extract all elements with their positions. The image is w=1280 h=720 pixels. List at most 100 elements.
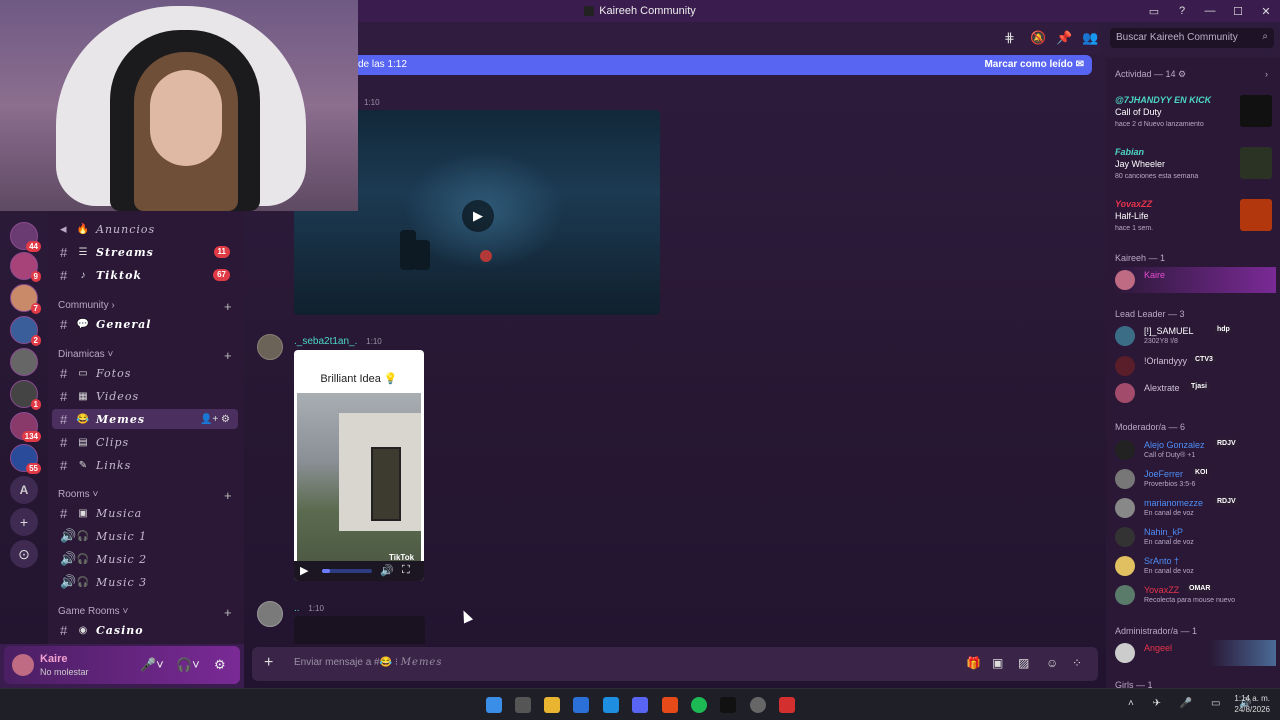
play-icon[interactable]: ▶ [462, 200, 494, 232]
member-item[interactable]: !Orlandyyy CTV3 [1110, 353, 1276, 379]
category-rooms[interactable]: Rooms ˅ + [58, 488, 232, 503]
start-icon[interactable] [486, 697, 502, 713]
play-icon[interactable]: ▶ [300, 564, 308, 577]
mark-as-read-button[interactable]: Marcar como leído ✉ [984, 59, 1084, 70]
category-game-rooms[interactable]: Game Rooms ˅ + [58, 605, 232, 620]
sticker-icon[interactable]: ▨ [1018, 656, 1029, 670]
fullscreen-icon[interactable]: ⛶ [402, 564, 410, 577]
member-item[interactable]: marianomezze RDJV En canal de voz [1110, 495, 1276, 521]
message-author[interactable]: ._seba2t1an_. [294, 336, 357, 347]
add-attachment-icon[interactable]: + [264, 654, 273, 672]
progress-bar[interactable] [322, 569, 372, 573]
server-icon[interactable]: 2 [10, 316, 41, 346]
chat-header: ⋕ 🔕 📌 👥 [248, 22, 1100, 54]
add-channel-icon[interactable]: + [224, 299, 232, 314]
server-icon[interactable] [10, 348, 38, 376]
app-icon[interactable] [720, 697, 736, 713]
minimize-button[interactable]: — [1196, 5, 1224, 17]
pin-icon[interactable]: 📌 [1056, 30, 1072, 46]
video-attachment[interactable] [294, 616, 425, 644]
server-icon[interactable]: 55 [10, 444, 41, 474]
avatar[interactable] [12, 654, 34, 676]
add-channel-icon[interactable]: + [224, 605, 232, 620]
voice-channel-music2[interactable]: 🔊 🎧 Music 2 [52, 549, 238, 569]
channel-casino[interactable]: # ◉ Casino [52, 620, 238, 640]
avatar[interactable] [257, 334, 283, 360]
member-item[interactable]: SrAnto † En canal de voz [1110, 553, 1276, 579]
member-item[interactable]: [!]_SAMUEL hdp 2302Y8 !/8 [1110, 323, 1276, 349]
category-dinamicas[interactable]: Dinamicas ˅ + [58, 348, 232, 363]
activity-card[interactable]: Fabian Jay Wheeler 80 canciones esta sem… [1110, 145, 1276, 193]
avatar[interactable] [257, 601, 283, 627]
inbox-icon[interactable]: ▭ [1140, 5, 1168, 18]
channel-musica[interactable]: # ▣ Musica [52, 503, 238, 523]
close-button[interactable]: ✕ [1252, 5, 1280, 18]
server-icon[interactable]: 134 [10, 412, 41, 442]
gift-icon[interactable]: 🎁 [966, 656, 981, 670]
tiktok-video-attachment[interactable]: Brilliant Idea 💡 TikTok ▶ 🔊 ⛶ [294, 350, 424, 581]
mute-icon[interactable]: 🔕 [1030, 30, 1046, 46]
volume-icon[interactable]: 🔊 [380, 564, 394, 577]
channel-general[interactable]: # 💬 General [52, 314, 238, 334]
member-item[interactable]: Angeel [1110, 640, 1276, 666]
new-messages-bar[interactable]: de las 1:12 Marcar como leído ✉ [358, 55, 1092, 75]
apps-icon[interactable]: ⁘ [1072, 656, 1082, 670]
gif-icon[interactable]: ▣ [992, 656, 1003, 670]
obs-icon[interactable] [750, 697, 766, 713]
brave-icon[interactable] [662, 697, 678, 713]
channel-settings-icon[interactable]: 👤+ ⚙ [200, 414, 230, 425]
explore-icon[interactable]: ⊙ [10, 540, 38, 568]
microphone-icon[interactable]: 🎤˅ [140, 657, 164, 673]
channel-anuncios[interactable]: ◂ 🔥 Anuncios [52, 219, 238, 239]
server-icon[interactable]: 1 [10, 380, 41, 410]
member-item[interactable]: JoeFerrer KOI Proverbios 3:5-6 [1110, 466, 1276, 492]
chevron-right-icon[interactable]: › [1265, 69, 1268, 79]
channel-clips[interactable]: # ▤ Clips [52, 432, 238, 452]
channel-streams[interactable]: # ☰ Streams 11 [52, 242, 238, 262]
channel-tiktok[interactable]: # ♪ Tiktok 67 [52, 265, 238, 285]
voice-channel-music3[interactable]: 🔊 🎧 Music 3 [52, 572, 238, 592]
clock[interactable]: 1:14 a. m. 24/8/2026 [1234, 693, 1270, 715]
app-logo-icon [584, 6, 595, 16]
hash-icon: # [60, 244, 68, 260]
member-item[interactable]: Alextrate Tjasi [1110, 380, 1276, 406]
channel-links[interactable]: # ✎ Links [52, 455, 238, 475]
discord-icon[interactable] [632, 697, 648, 713]
maximize-button[interactable]: ☐ [1224, 5, 1252, 18]
folder-icon[interactable] [544, 697, 560, 713]
add-server-icon[interactable]: + [10, 508, 38, 536]
task-view-icon[interactable] [515, 697, 531, 713]
server-letter-icon[interactable]: A [10, 476, 38, 504]
gear-icon[interactable]: ⚙ [214, 657, 226, 673]
message-composer[interactable]: + Enviar mensaje a #😂 ⁝ Memes 🎁 ▣ ▨ ☺ ⁘ [252, 647, 1098, 681]
search-input[interactable]: Buscar Kaireeh Community ⌕ [1110, 28, 1274, 48]
browser-icon[interactable] [603, 697, 619, 713]
category-community[interactable]: Community › + [58, 299, 232, 314]
user-panel[interactable]: Kaire No molestar 🎤˅ 🎧˅ ⚙ [4, 646, 240, 684]
voice-channel-music1[interactable]: 🔊 🎧 Music 1 [52, 526, 238, 546]
activity-card[interactable]: YovaxZZ Half-Life hace 1 sem. [1110, 197, 1276, 245]
app-icon[interactable] [779, 697, 795, 713]
server-icon[interactable]: 44 [10, 222, 41, 252]
store-icon[interactable] [573, 697, 589, 713]
channel-fotos[interactable]: # ▭ Fotos [52, 363, 238, 383]
add-channel-icon[interactable]: + [224, 488, 232, 503]
emoji-icon[interactable]: ☺ [1046, 656, 1058, 670]
members-icon[interactable]: 👥 [1082, 30, 1098, 46]
help-icon[interactable]: ? [1168, 5, 1196, 17]
server-icon[interactable]: 9 [10, 252, 41, 282]
headphones-icon[interactable]: 🎧˅ [176, 657, 200, 673]
member-item[interactable]: Kaire [1110, 267, 1276, 293]
webcam-overlay [0, 0, 358, 211]
member-item[interactable]: Alejo Gonzalez RDJV Call of Duty® +1 [1110, 437, 1276, 463]
threads-icon[interactable]: ⋕ [1004, 30, 1015, 46]
message-input[interactable]: Enviar mensaje a #😂 ⁝ Memes [294, 657, 443, 668]
server-icon[interactable]: 7 [10, 284, 41, 314]
spotify-icon[interactable] [691, 697, 707, 713]
activity-card[interactable]: @7JHANDYY EN KICK Call of Duty hace 2 d … [1110, 93, 1276, 141]
add-channel-icon[interactable]: + [224, 348, 232, 363]
channel-memes[interactable]: # 😂 Memes 👤+ ⚙ [52, 409, 238, 429]
member-item[interactable]: Nahin_kP En canal de voz [1110, 524, 1276, 550]
member-item[interactable]: YovaxZZ OMAR Recolecta para mouse nuevo [1110, 582, 1276, 608]
channel-videos[interactable]: # ▦ Videos [52, 386, 238, 406]
